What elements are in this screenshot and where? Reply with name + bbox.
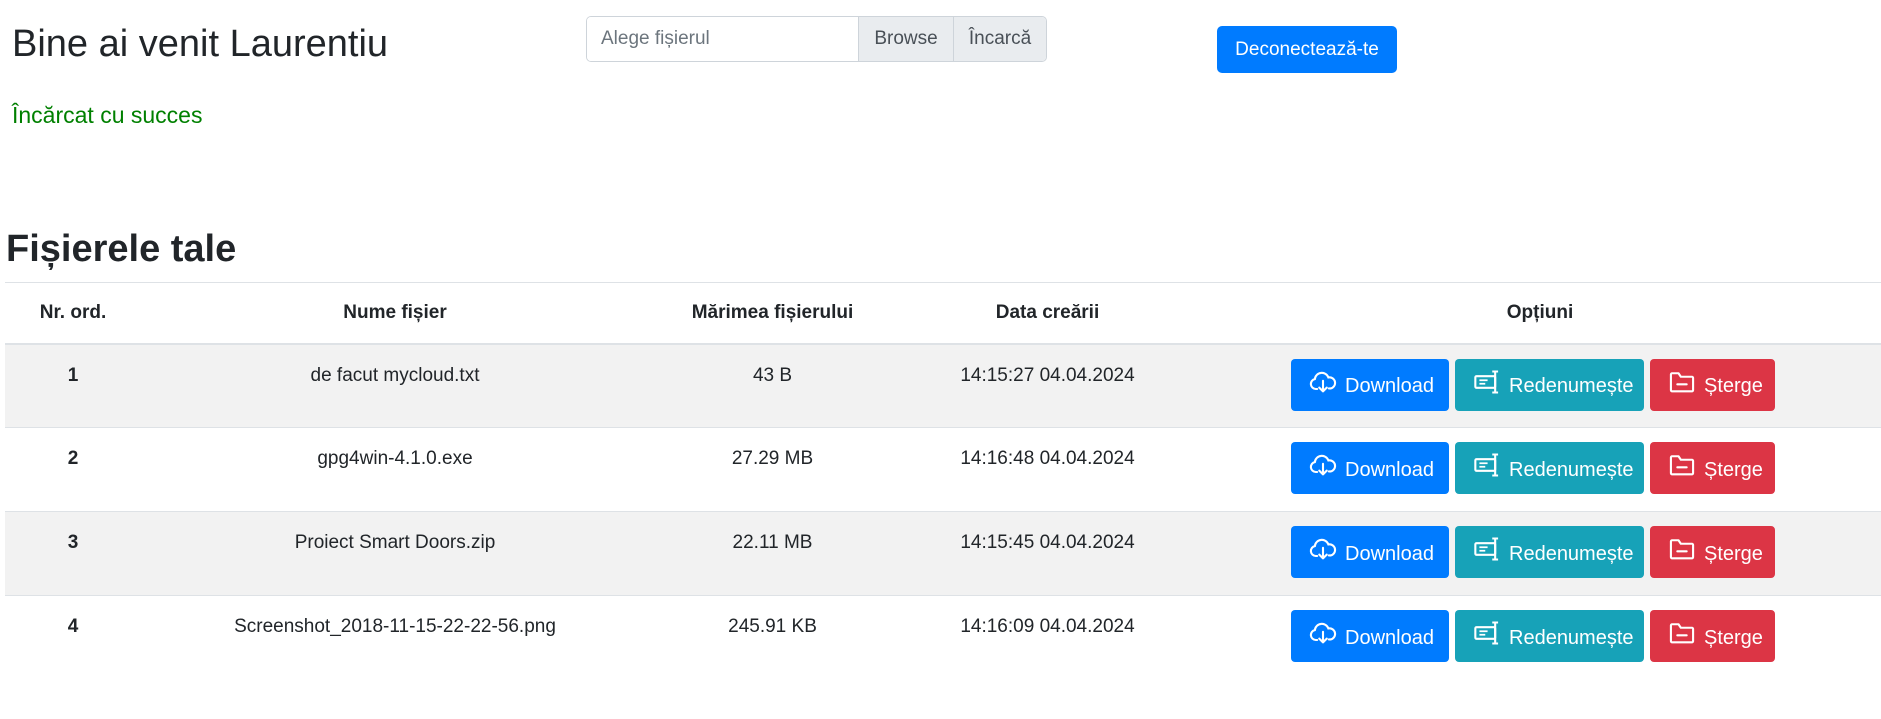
download-label: Download xyxy=(1345,626,1434,649)
file-name: de facut mycloud.txt xyxy=(141,343,649,428)
rename-button[interactable]: Redenumește xyxy=(1455,358,1644,411)
file-date: 14:15:45 04.04.2024 xyxy=(896,511,1199,596)
rename-label: Redenumește xyxy=(1509,626,1634,649)
cloud-download-icon xyxy=(1309,454,1337,476)
cloud-download-icon xyxy=(1309,622,1337,644)
rename-button[interactable]: Redenumește xyxy=(1455,442,1644,494)
column-header-date: Data creării xyxy=(896,282,1199,345)
folder-minus-icon xyxy=(1669,539,1695,560)
delete-label: Șterge xyxy=(1704,375,1763,397)
column-header-nr: Nr. ord. xyxy=(5,282,141,345)
rename-button[interactable]: Redenumește xyxy=(1455,610,1644,662)
delete-button[interactable]: Șterge xyxy=(1650,358,1775,411)
file-size: 22.11 MB xyxy=(649,511,896,596)
file-name: Proiect Smart Doors.zip xyxy=(141,511,649,596)
upload-status-message: Încărcat cu succes xyxy=(12,102,203,128)
action-buttons: Download Redenumește Șterge xyxy=(1185,358,1881,411)
welcome-heading: Bine ai venit Laurentiu xyxy=(12,23,389,65)
rename-label: Redenumește xyxy=(1509,375,1634,397)
download-label: Download xyxy=(1345,375,1434,397)
file-chooser-input[interactable]: Alege fișierul xyxy=(587,17,858,61)
table-row: 4 Screenshot_2018-11-15-22-22-56.png 245… xyxy=(5,595,1881,680)
rename-button[interactable]: Redenumește xyxy=(1455,526,1644,578)
file-name: Screenshot_2018-11-15-22-22-56.png xyxy=(141,595,649,680)
table-row: 2 gpg4win-4.1.0.exe 27.29 MB 14:16:48 04… xyxy=(5,427,1881,512)
folder-minus-icon xyxy=(1669,455,1695,476)
upload-button[interactable]: Încarcă xyxy=(953,17,1046,61)
delete-button[interactable]: Șterge xyxy=(1650,442,1775,494)
files-table: Nr. ord. Nume fișier Mărimea fișierului … xyxy=(5,282,1881,680)
action-buttons: Download Redenumește Șterge xyxy=(1185,526,1881,578)
file-name: gpg4win-4.1.0.exe xyxy=(141,427,649,512)
cloud-download-icon xyxy=(1309,538,1337,560)
delete-button[interactable]: Șterge xyxy=(1650,610,1775,662)
rename-label: Redenumește xyxy=(1509,542,1634,565)
delete-label: Șterge xyxy=(1704,458,1763,481)
file-actions: Download Redenumește Șterge xyxy=(1199,343,1881,428)
page: Bine ai venit Laurentiu Alege fișierul B… xyxy=(0,0,1881,719)
download-button[interactable]: Download xyxy=(1291,358,1449,411)
rename-icon xyxy=(1474,621,1499,645)
delete-label: Șterge xyxy=(1704,626,1763,649)
table-row: 1 de facut mycloud.txt 43 B 14:15:27 04.… xyxy=(5,343,1881,428)
file-nr: 4 xyxy=(5,595,141,680)
rename-label: Redenumește xyxy=(1509,458,1634,481)
file-size: 43 B xyxy=(649,343,896,428)
file-date: 14:15:27 04.04.2024 xyxy=(896,343,1199,428)
upload-form: Alege fișierul Browse Încarcă xyxy=(586,16,1047,62)
file-actions: Download Redenumește Șterge xyxy=(1199,595,1881,680)
file-size: 245.91 KB xyxy=(649,595,896,680)
rename-icon xyxy=(1474,369,1499,394)
file-size: 27.29 MB xyxy=(649,427,896,512)
folder-minus-icon xyxy=(1669,371,1695,392)
file-date: 14:16:48 04.04.2024 xyxy=(896,427,1199,512)
download-label: Download xyxy=(1345,458,1434,481)
files-section-title: Fișierele tale xyxy=(6,228,237,270)
column-header-size: Mărimea fișierului xyxy=(649,282,896,345)
table-header-row: Nr. ord. Nume fișier Mărimea fișierului … xyxy=(5,282,1881,345)
rename-icon xyxy=(1474,537,1499,561)
folder-minus-icon xyxy=(1669,623,1695,644)
browse-button[interactable]: Browse xyxy=(858,17,953,61)
file-date: 14:16:09 04.04.2024 xyxy=(896,595,1199,680)
cloud-download-icon xyxy=(1309,371,1337,392)
download-label: Download xyxy=(1345,542,1434,565)
delete-label: Șterge xyxy=(1704,542,1763,565)
logout-button[interactable]: Deconectează-te xyxy=(1217,26,1397,73)
column-header-name: Nume fișier xyxy=(141,282,649,345)
download-button[interactable]: Download xyxy=(1291,610,1449,662)
download-button[interactable]: Download xyxy=(1291,526,1449,578)
file-nr: 1 xyxy=(5,343,141,428)
file-nr: 3 xyxy=(5,511,141,596)
table-row: 3 Proiect Smart Doors.zip 22.11 MB 14:15… xyxy=(5,511,1881,596)
action-buttons: Download Redenumește Șterge xyxy=(1185,442,1881,494)
delete-button[interactable]: Șterge xyxy=(1650,526,1775,578)
download-button[interactable]: Download xyxy=(1291,442,1449,494)
file-actions: Download Redenumește Șterge xyxy=(1199,511,1881,596)
action-buttons: Download Redenumește Șterge xyxy=(1185,610,1881,662)
rename-icon xyxy=(1474,453,1499,477)
file-actions: Download Redenumește Șterge xyxy=(1199,427,1881,512)
column-header-options: Opțiuni xyxy=(1199,282,1881,345)
file-nr: 2 xyxy=(5,427,141,512)
